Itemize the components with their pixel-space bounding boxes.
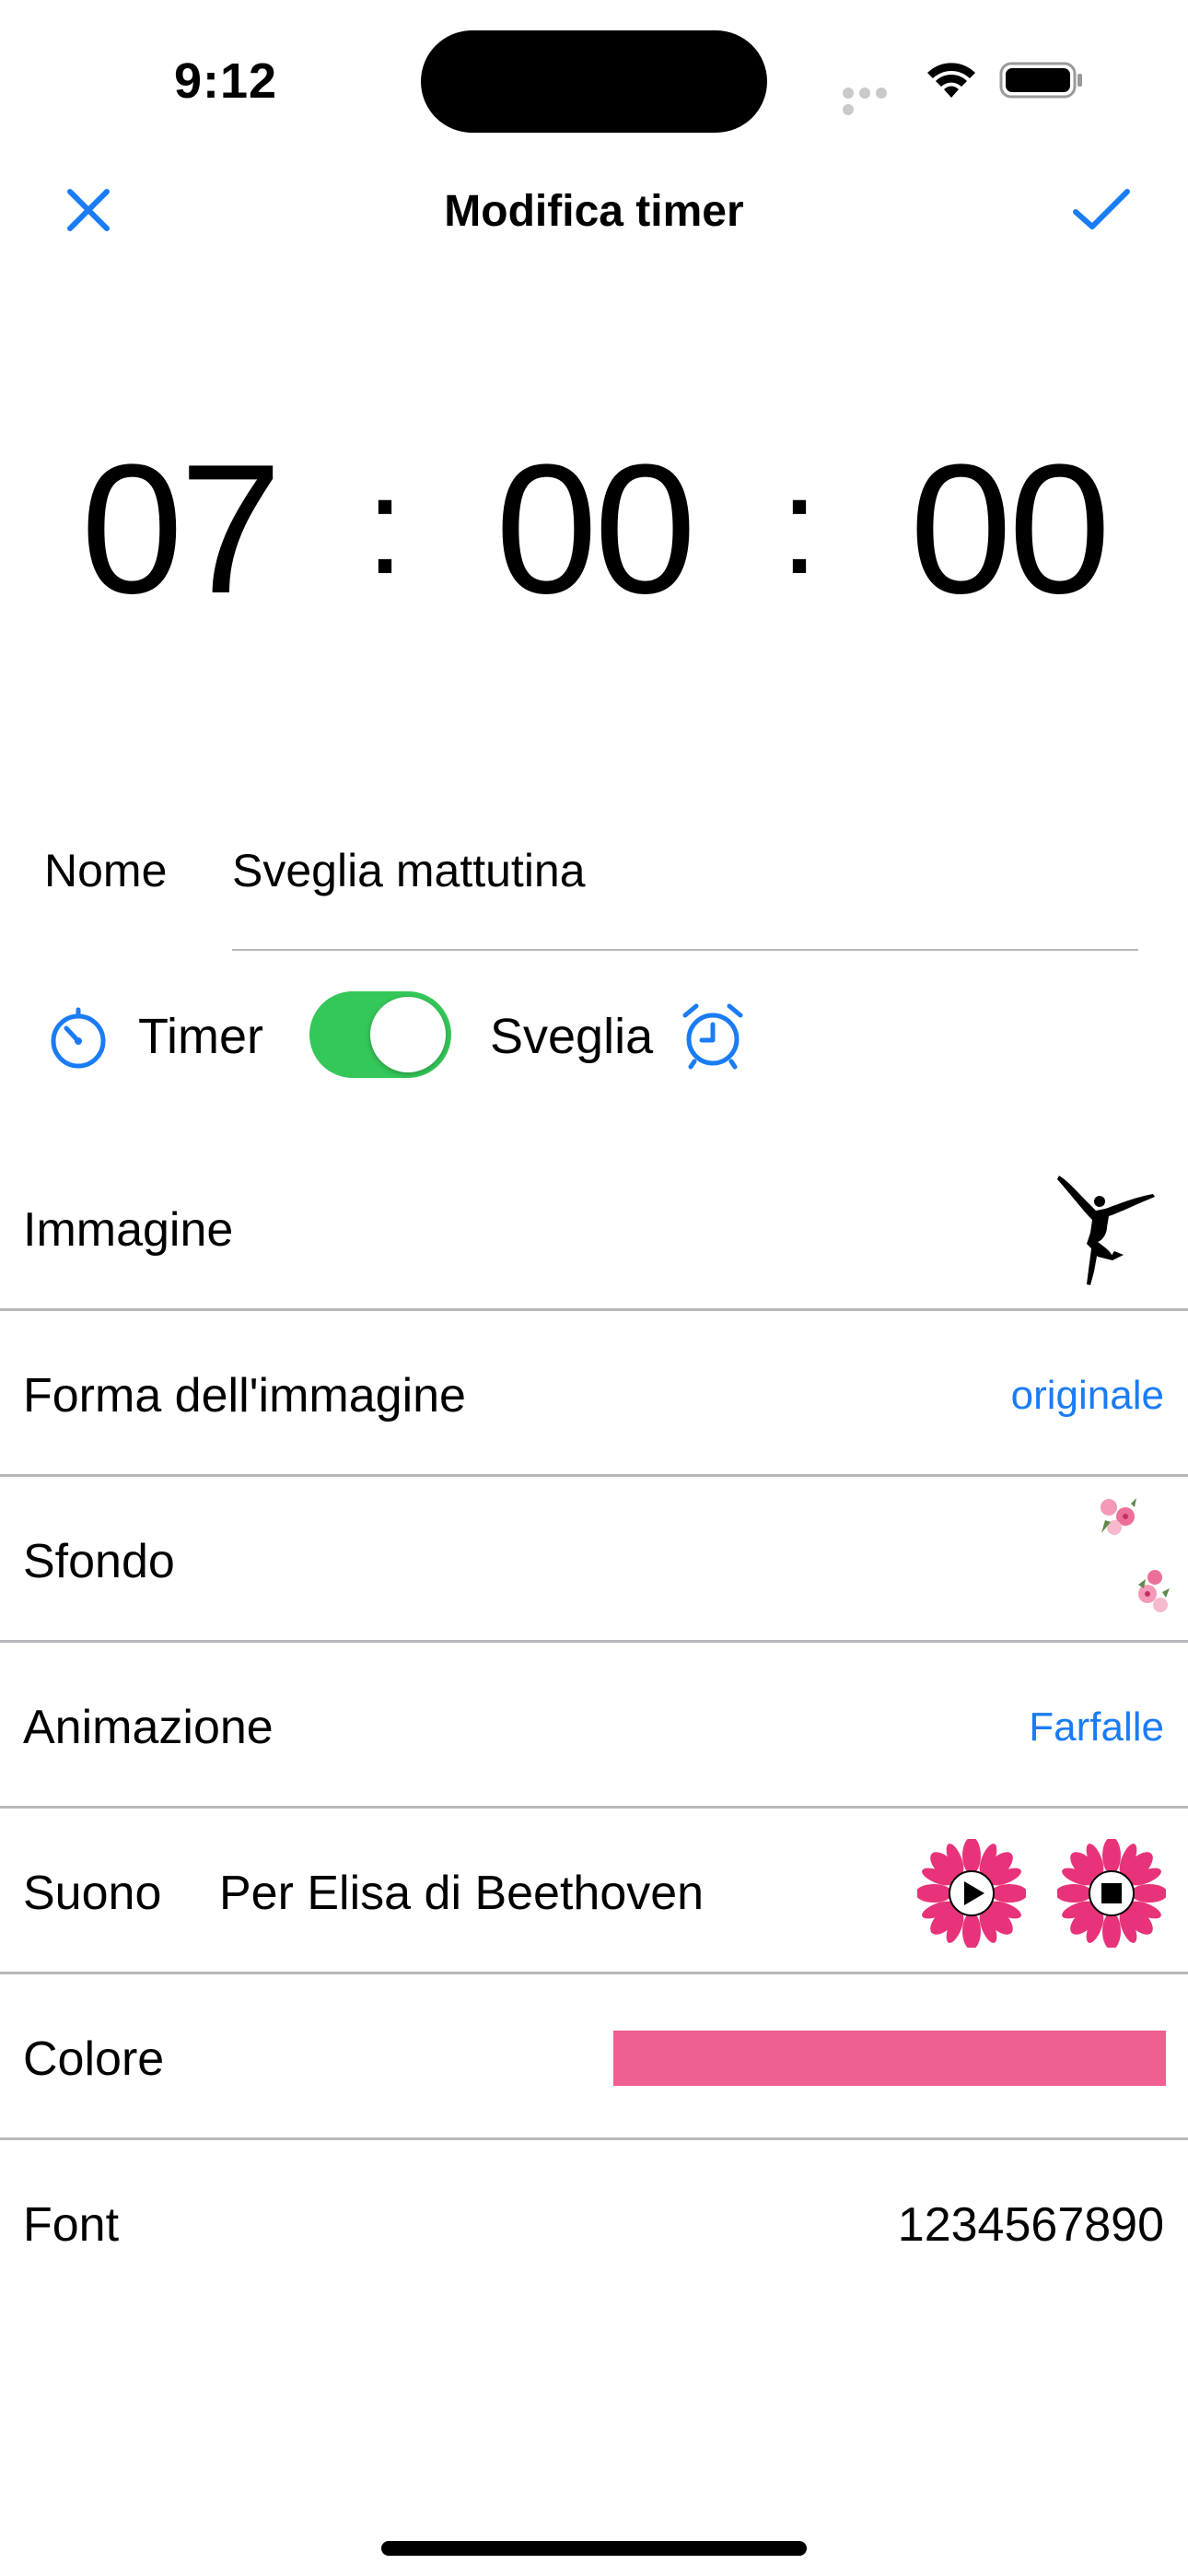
timer-mode-label: Timer (138, 1009, 263, 1064)
mode-toggle[interactable] (309, 991, 451, 1078)
image-shape-value: originale (1010, 1373, 1164, 1418)
floral-pattern-icon (1101, 1498, 1136, 1535)
color-swatch[interactable] (613, 2031, 1166, 2086)
toggle-knob (370, 997, 446, 1072)
animation-label: Animazione (23, 1701, 274, 1754)
row-divider (0, 2137, 1188, 2140)
font-row[interactable]: Font 1234567890 (0, 2142, 1188, 2308)
status-bar-time: 9:12 (173, 53, 278, 109)
sound-name: Per Elisa di Beethoven (219, 1867, 705, 1920)
time-separator: : (780, 448, 819, 603)
time-separator: : (366, 448, 404, 603)
cellular-signal-icon (843, 87, 905, 115)
timer-icon (51, 1007, 106, 1069)
font-sample: 1234567890 (897, 2198, 1164, 2252)
row-divider (0, 1640, 1188, 1643)
row-divider (0, 1972, 1188, 1974)
font-label: Font (23, 2198, 120, 2252)
row-divider (0, 1474, 1188, 1477)
animation-value: Farfalle (1029, 1704, 1164, 1750)
image-label: Immagine (23, 1203, 234, 1257)
color-label: Colore (23, 2032, 165, 2086)
minutes-field[interactable]: 00 (474, 419, 714, 640)
flower-play-icon[interactable] (917, 1839, 1026, 1948)
name-input[interactable] (232, 834, 1138, 907)
checkmark-icon[interactable] (1068, 181, 1135, 240)
page-title: Modifica timer (444, 187, 744, 236)
wifi-icon (927, 63, 975, 98)
battery-icon (999, 62, 1082, 99)
ballerina-silhouette-icon (1057, 1176, 1155, 1285)
name-label: Nome (44, 845, 168, 896)
background-label: Sfondo (23, 1535, 175, 1588)
close-icon[interactable] (59, 181, 118, 240)
image-row[interactable]: Immagine (0, 1147, 1188, 1313)
hours-field[interactable]: 07 (64, 419, 295, 640)
animation-row[interactable]: Animazione Farfalle (0, 1645, 1188, 1810)
sound-label: Suono (23, 1867, 162, 1920)
seconds-field[interactable]: 00 (889, 419, 1128, 640)
background-row[interactable]: Sfondo (0, 1479, 1188, 1645)
image-shape-label: Forma dell'immagine (23, 1369, 466, 1423)
flower-stop-icon[interactable] (1057, 1839, 1166, 1948)
row-divider (0, 1806, 1188, 1809)
image-shape-row[interactable]: Forma dell'immagine originale (0, 1313, 1188, 1479)
dynamic-island (421, 30, 767, 133)
alarm-clock-icon (682, 1003, 743, 1070)
alarm-mode-label: Sveglia (490, 1009, 654, 1064)
name-underline (232, 949, 1138, 951)
floral-pattern-icon (1138, 1570, 1170, 1612)
home-indicator[interactable] (381, 2541, 807, 2556)
row-divider (0, 1308, 1188, 1311)
